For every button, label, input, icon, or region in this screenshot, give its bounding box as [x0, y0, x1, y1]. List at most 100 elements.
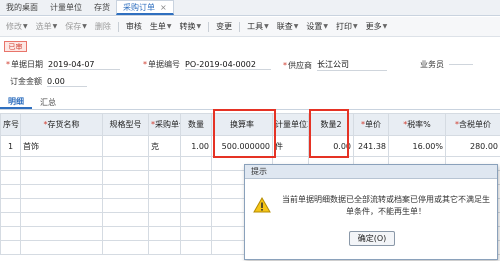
table-cell[interactable]	[0, 156, 21, 171]
table-cell[interactable]: 首饰	[20, 135, 103, 157]
table-cell[interactable]	[102, 156, 149, 171]
toolbar-button[interactable]: 转换 ▼	[176, 21, 206, 32]
column-header[interactable]: 数量2	[308, 113, 354, 136]
table-cell[interactable]	[0, 212, 21, 227]
table-cell[interactable]	[102, 198, 149, 213]
table-cell[interactable]	[102, 240, 149, 255]
column-header[interactable]: *存货名称	[20, 113, 103, 136]
table-cell[interactable]	[148, 198, 181, 213]
table-cell[interactable]: 16.00%	[388, 135, 446, 157]
table-cell[interactable]	[20, 156, 103, 171]
column-header[interactable]: 换算率	[211, 113, 273, 136]
column-header-label: 含税单价	[459, 120, 491, 129]
column-header-label: 换算率	[230, 120, 254, 129]
toolbar-button-label: 保存	[65, 22, 82, 31]
column-header[interactable]: 序号	[0, 113, 21, 136]
table-cell[interactable]: 克	[148, 135, 181, 157]
table-cell[interactable]	[102, 212, 149, 227]
chevron-down-icon: ▼	[293, 23, 299, 30]
tab-detail[interactable]: 明细	[0, 96, 32, 109]
table-cell[interactable]	[0, 184, 21, 199]
table-cell[interactable]	[20, 198, 103, 213]
table-cell[interactable]	[180, 212, 212, 227]
date-value[interactable]: 2019-04-07	[48, 60, 120, 70]
tab-summary[interactable]: 汇总	[32, 96, 64, 109]
table-cell[interactable]	[20, 184, 103, 199]
table-cell[interactable]	[180, 226, 212, 241]
toolbar-button[interactable]: 删除	[91, 21, 115, 32]
column-header[interactable]: *含税单价	[445, 113, 500, 136]
table-cell[interactable]	[102, 226, 149, 241]
table-cell[interactable]: 1.00	[180, 135, 212, 157]
toolbar-button[interactable]: 选单 ▼	[32, 21, 62, 32]
table-cell[interactable]	[180, 156, 212, 171]
table-cell[interactable]	[148, 226, 181, 241]
table-cell[interactable]	[148, 184, 181, 199]
table-cell[interactable]: 件	[272, 135, 309, 157]
table-cell[interactable]	[0, 198, 21, 213]
table-cell[interactable]	[102, 135, 149, 157]
tab-1[interactable]: 计量单位	[44, 0, 88, 15]
tab-0[interactable]: 我的桌面	[0, 0, 44, 15]
number-field[interactable]: * 单据编号 PO-2019-04-0002	[143, 59, 271, 70]
supplier-field[interactable]: * 供应商 长江公司	[283, 59, 387, 71]
table-cell[interactable]: 280.00	[445, 135, 500, 157]
column-header[interactable]: *采购单位	[148, 113, 181, 136]
date-field[interactable]: * 单据日期 2019-04-07	[6, 59, 120, 70]
salesman-value[interactable]	[449, 64, 473, 65]
column-header[interactable]: 规格型号	[102, 113, 149, 136]
deposit-field[interactable]: 订金金额 0.00	[10, 76, 87, 87]
toolbar-button[interactable]: 审核	[122, 21, 146, 32]
table-cell[interactable]: 500.000000	[211, 135, 273, 157]
table-cell[interactable]: 0.00	[308, 135, 354, 157]
table-cell[interactable]	[180, 198, 212, 213]
table-cell[interactable]	[20, 226, 103, 241]
toolbar-button[interactable]: 设置 ▼	[302, 21, 332, 32]
toolbar-button[interactable]: 联查 ▼	[273, 21, 303, 32]
table-cell[interactable]	[148, 170, 181, 185]
table-cell[interactable]	[102, 184, 149, 199]
required-marker: *	[143, 60, 147, 69]
table-cell[interactable]	[0, 170, 21, 185]
column-header[interactable]: *税率%	[388, 113, 446, 136]
table-cell[interactable]	[180, 170, 212, 185]
table-cell[interactable]	[20, 212, 103, 227]
required-marker: *	[283, 60, 287, 70]
tab-2[interactable]: 存货	[88, 0, 116, 15]
column-header[interactable]: 数量	[180, 113, 212, 136]
column-header-label: 税率%	[407, 120, 431, 129]
column-header[interactable]: *单价	[353, 113, 389, 136]
supplier-value[interactable]: 长江公司	[317, 59, 387, 71]
table-cell[interactable]: 241.38	[353, 135, 389, 157]
toolbar-button-label: 变更	[216, 22, 233, 31]
table-cell[interactable]	[0, 226, 21, 241]
table-cell[interactable]	[148, 212, 181, 227]
toolbar-button[interactable]: 保存 ▼	[61, 21, 91, 32]
toolbar-button[interactable]: 修改 ▼	[2, 21, 32, 32]
toolbar-button[interactable]: 更多 ▼	[362, 21, 392, 32]
table-cell[interactable]	[148, 156, 181, 171]
table-row[interactable]: 1 首饰 克 1.00 500.000000 件 0.00 241.38 16.00% 280.0…	[0, 135, 500, 157]
number-label: 单据编号	[148, 60, 180, 69]
salesman-field[interactable]: 业务员	[420, 59, 473, 70]
toolbar-separator	[239, 21, 241, 32]
table-cell[interactable]	[148, 240, 181, 255]
deposit-value[interactable]: 0.00	[47, 77, 87, 87]
tab-3[interactable]: 采购订单 ×	[116, 0, 174, 15]
close-icon[interactable]: ×	[160, 3, 167, 12]
table-cell[interactable]	[0, 240, 21, 255]
table-cell[interactable]: 1	[0, 135, 21, 157]
number-value[interactable]: PO-2019-04-0002	[185, 60, 271, 70]
table-cell[interactable]	[20, 240, 103, 255]
table-cell[interactable]	[102, 170, 149, 185]
ok-button[interactable]: 确定(O)	[349, 231, 395, 246]
table-cell[interactable]	[180, 184, 212, 199]
toolbar-button[interactable]: 生单 ▼	[146, 21, 176, 32]
table-cell[interactable]	[20, 170, 103, 185]
table-cell[interactable]	[180, 240, 212, 255]
toolbar-button[interactable]: 工具 ▼	[243, 21, 273, 32]
toolbar-button-label: 联查	[276, 22, 293, 31]
toolbar-button[interactable]: 打印 ▼	[332, 21, 362, 32]
column-header[interactable]: 计量单位2	[272, 113, 309, 136]
toolbar-button[interactable]: 变更	[212, 21, 236, 32]
